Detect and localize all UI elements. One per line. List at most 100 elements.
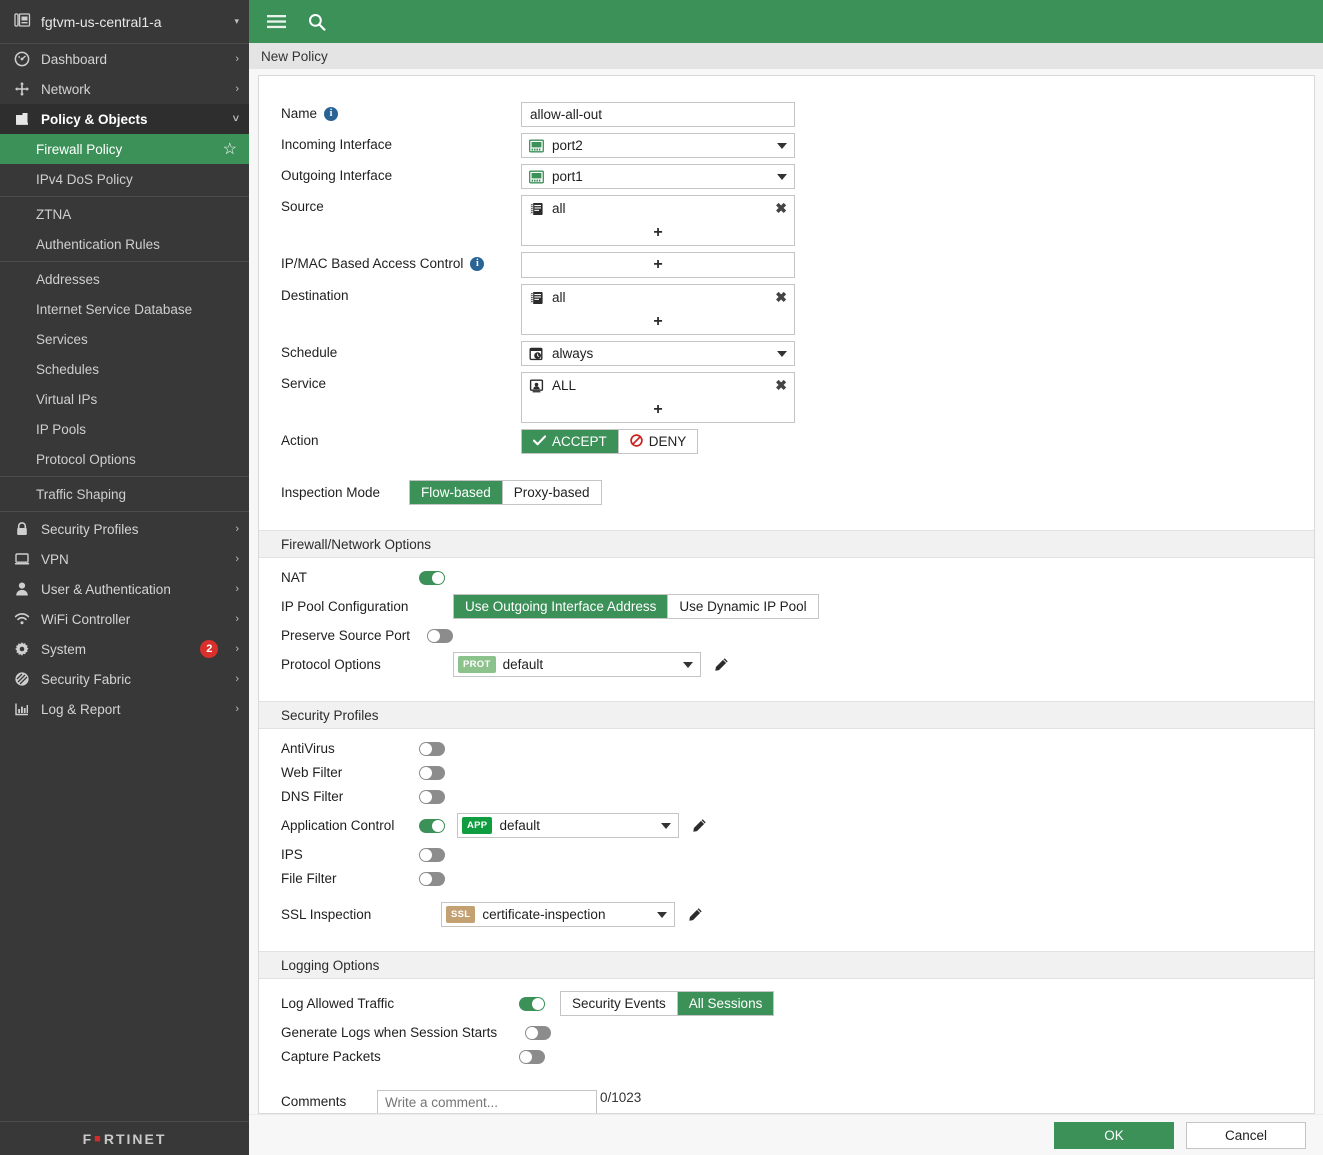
- ips-toggle[interactable]: [419, 847, 445, 862]
- add-source-button[interactable]: +: [522, 221, 794, 245]
- generate-logs-toggle[interactable]: [525, 1025, 551, 1040]
- hamburger-icon[interactable]: [267, 14, 286, 29]
- sidebar-item-schedules[interactable]: Schedules: [0, 354, 249, 384]
- action-accept-button[interactable]: ACCEPT: [522, 430, 619, 453]
- remove-destination-icon[interactable]: ✖: [775, 289, 787, 306]
- sidebar-item-addresses[interactable]: Addresses: [0, 264, 249, 294]
- service-multiselect[interactable]: ALL ✖ +: [521, 372, 795, 423]
- sidebar-item-security-profiles[interactable]: Security Profiles ›: [0, 514, 249, 544]
- protocol-options-select[interactable]: PROT default: [453, 652, 701, 677]
- sidebar-item-wifi-controller[interactable]: WiFi Controller ›: [0, 604, 249, 634]
- sidebar-item-label: Firewall Policy: [36, 141, 123, 157]
- log-all-sessions-button[interactable]: All Sessions: [677, 992, 774, 1015]
- sidebar-item-authentication-rules[interactable]: Authentication Rules: [0, 229, 249, 259]
- capture-packets-toggle[interactable]: [519, 1049, 545, 1064]
- chevron-down-icon[interactable]: ▾: [234, 16, 239, 27]
- info-icon[interactable]: i: [470, 256, 485, 271]
- field-row-preserve-source-port: Preserve Source Port: [259, 628, 1314, 643]
- application-control-select[interactable]: APP default: [457, 813, 679, 838]
- sidebar-item-label: Addresses: [36, 271, 100, 287]
- field-row-file-filter: File Filter: [259, 871, 1314, 886]
- ok-button[interactable]: OK: [1054, 1121, 1174, 1149]
- field-row-capture-packets: Capture Packets: [259, 1049, 1314, 1064]
- dns-filter-toggle[interactable]: [419, 789, 445, 804]
- pencil-icon[interactable]: [688, 907, 703, 922]
- preserve-source-port-toggle[interactable]: [427, 628, 453, 643]
- favorite-star-icon[interactable]: ☆: [223, 139, 237, 159]
- sidebar-item-traffic-shaping[interactable]: Traffic Shaping: [0, 479, 249, 509]
- sidebar-item-label: Virtual IPs: [36, 391, 98, 407]
- sidebar-item-virtual-ips[interactable]: Virtual IPs: [0, 384, 249, 414]
- sidebar-item-protocol-options[interactable]: Protocol Options: [0, 444, 249, 474]
- ssl-inspection-select[interactable]: SSL certificate-inspection: [441, 902, 675, 927]
- service-item[interactable]: ALL ✖: [522, 373, 794, 398]
- sidebar-item-ztna[interactable]: ZTNA: [0, 199, 249, 229]
- action-deny-button[interactable]: DENY: [619, 430, 698, 453]
- section-header-security-profiles: Security Profiles: [259, 701, 1314, 729]
- add-destination-button[interactable]: +: [522, 310, 794, 334]
- ip-pool-use-dynamic-pool-button[interactable]: Use Dynamic IP Pool: [668, 595, 817, 618]
- sidebar-item-system[interactable]: System 2 ›: [0, 634, 249, 664]
- antivirus-toggle[interactable]: [419, 741, 445, 756]
- top-toolbar: [249, 0, 1323, 43]
- file-filter-toggle[interactable]: [419, 871, 445, 886]
- sidebar-item-user-authentication[interactable]: User & Authentication ›: [0, 574, 249, 604]
- search-icon[interactable]: [308, 13, 326, 31]
- label-preserve-source-port: Preserve Source Port: [281, 628, 411, 643]
- label-comments: Comments: [281, 1094, 347, 1109]
- chevron-down-icon: ˅: [232, 113, 239, 125]
- sidebar-item-policy-objects[interactable]: Policy & Objects ˅: [0, 104, 249, 134]
- log-security-events-button[interactable]: Security Events: [561, 992, 678, 1015]
- sidebar-item-firewall-policy[interactable]: Firewall Policy ☆: [0, 134, 249, 164]
- sidebar-item-vpn[interactable]: VPN ›: [0, 544, 249, 574]
- ipmac-multiselect[interactable]: +: [521, 252, 795, 278]
- cancel-button[interactable]: Cancel: [1186, 1121, 1306, 1149]
- sidebar-item-log-report[interactable]: Log & Report ›: [0, 694, 249, 724]
- device-selector[interactable]: fgtvm-us-central1-a ▾: [0, 0, 249, 44]
- sidebar-item-ip-pools[interactable]: IP Pools: [0, 414, 249, 444]
- add-service-button[interactable]: +: [522, 398, 794, 422]
- sidebar-item-internet-service-database[interactable]: Internet Service Database: [0, 294, 249, 324]
- info-icon[interactable]: i: [324, 106, 339, 121]
- inspection-mode-flow-based-button[interactable]: Flow-based: [410, 481, 503, 504]
- field-row-generate-logs: Generate Logs when Session Starts: [259, 1025, 1314, 1040]
- chevron-down-icon: [777, 142, 787, 149]
- label-nat: NAT: [281, 570, 307, 585]
- service-icon: [529, 379, 544, 393]
- inspection-mode-proxy-based-button[interactable]: Proxy-based: [503, 481, 601, 504]
- destination-item[interactable]: all ✖: [522, 285, 794, 310]
- comments-textarea[interactable]: [377, 1090, 597, 1113]
- ip-pool-use-outgoing-interface-button[interactable]: Use Outgoing Interface Address: [454, 595, 669, 618]
- app-badge: APP: [462, 817, 493, 834]
- log-allowed-traffic-toggle[interactable]: [519, 996, 545, 1011]
- sidebar-item-ipv4-dos-policy[interactable]: IPv4 DoS Policy: [0, 164, 249, 194]
- field-row-incoming-interface: Incoming Interface port2: [259, 133, 1314, 158]
- pencil-icon[interactable]: [714, 657, 729, 672]
- remove-source-icon[interactable]: ✖: [775, 200, 787, 217]
- destination-multiselect[interactable]: all ✖ +: [521, 284, 795, 335]
- sidebar-item-security-fabric[interactable]: Security Fabric ›: [0, 664, 249, 694]
- comments-counter: 0/1023: [600, 1090, 642, 1105]
- ssl-badge: SSL: [446, 906, 476, 923]
- monitor-icon: [14, 551, 30, 567]
- source-item[interactable]: all ✖: [522, 196, 794, 221]
- web-filter-toggle[interactable]: [419, 765, 445, 780]
- pencil-icon[interactable]: [692, 818, 707, 833]
- remove-service-icon[interactable]: ✖: [775, 377, 787, 394]
- ipmac-label-text: IP/MAC Based Access Control: [281, 256, 464, 271]
- sidebar-item-network[interactable]: Network ›: [0, 74, 249, 104]
- gear-icon: [14, 641, 30, 657]
- application-control-toggle[interactable]: [419, 818, 445, 833]
- outgoing-interface-select[interactable]: port1: [521, 164, 795, 189]
- incoming-interface-select[interactable]: port2: [521, 133, 795, 158]
- sidebar-item-services[interactable]: Services: [0, 324, 249, 354]
- add-ipmac-button[interactable]: +: [522, 253, 794, 277]
- name-label-text: Name: [281, 106, 318, 121]
- sidebar-item-dashboard[interactable]: Dashboard ›: [0, 44, 249, 74]
- name-input[interactable]: [521, 102, 795, 127]
- label-ips: IPS: [281, 847, 303, 862]
- nat-toggle[interactable]: [419, 570, 445, 585]
- label-name: Name i: [281, 102, 521, 121]
- schedule-select[interactable]: always: [521, 341, 795, 366]
- source-multiselect[interactable]: all ✖ +: [521, 195, 795, 246]
